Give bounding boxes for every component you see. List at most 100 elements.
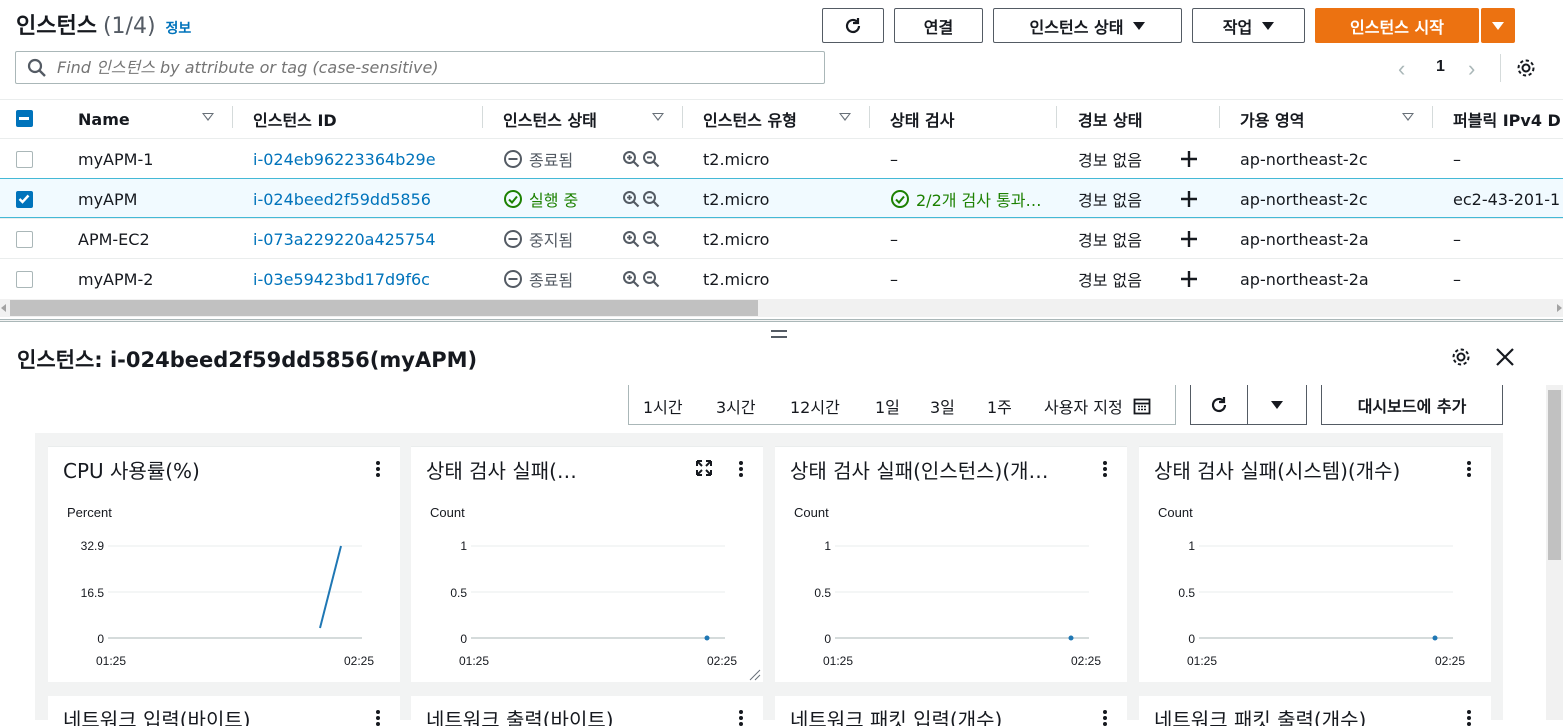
add-alarm-icon[interactable]: [1180, 219, 1198, 259]
zoom-controls: [622, 219, 660, 259]
refresh-dropdown-button[interactable]: [1248, 385, 1307, 425]
row-checkbox[interactable]: [16, 151, 33, 168]
col-header-instance-state[interactable]: 인스턴스 상태: [503, 100, 597, 138]
add-alarm-icon[interactable]: [1180, 259, 1198, 299]
metric-title: CPU 사용률(%): [63, 459, 200, 483]
col-header-alarm-status[interactable]: 경보 상태: [1078, 100, 1142, 138]
zoom-in-icon[interactable]: [622, 150, 640, 168]
add-alarm-icon[interactable]: [1180, 139, 1198, 179]
metric-title: 네트워크 출력(바이트): [426, 708, 614, 726]
status-check-value[interactable]: 2/2개 검사 통과…: [916, 187, 1042, 211]
zoom-out-icon[interactable]: [642, 190, 660, 208]
launch-dropdown-button[interactable]: [1481, 8, 1515, 43]
zoom-out-icon[interactable]: [642, 230, 660, 248]
search-box[interactable]: [15, 51, 825, 84]
zoom-in-icon[interactable]: [622, 190, 640, 208]
row-checkbox[interactable]: [16, 231, 33, 248]
horizontal-scrollbar[interactable]: [0, 299, 1563, 317]
more-options-icon[interactable]: [376, 710, 380, 726]
info-link[interactable]: 정보: [166, 18, 192, 38]
instance-id-link[interactable]: i-024beed2f59dd5856: [253, 179, 431, 219]
table-row[interactable]: myAPM i-024beed2f59dd5856 실행 중 t2.micro 2/2개…: [0, 178, 1563, 218]
expand-icon[interactable]: [695, 459, 713, 477]
col-header-instance-type[interactable]: 인스턴스 유형: [703, 100, 797, 138]
time-range-option[interactable]: 3시간: [716, 386, 756, 426]
scroll-right-icon[interactable]: [1557, 304, 1562, 312]
x-tick-label: 02:25: [1435, 654, 1466, 668]
prev-page-icon[interactable]: ‹: [1398, 56, 1405, 82]
col-header-name[interactable]: Name: [78, 100, 130, 138]
more-options-icon[interactable]: [1467, 461, 1471, 477]
time-range-option[interactable]: 1시간: [643, 386, 683, 426]
custom-range-label: 사용자 지정: [1044, 398, 1123, 417]
vertical-scrollbar[interactable]: [1546, 385, 1563, 720]
add-alarm-icon[interactable]: [1180, 179, 1198, 219]
close-icon[interactable]: [1495, 347, 1515, 367]
metric-card: 상태 검사 실패(인스턴스)(개… Count 1 0.5 0 01:25 02:25: [775, 446, 1127, 682]
y-tick-label: 1: [1188, 539, 1195, 553]
instance-state: 종료됨: [503, 139, 573, 179]
split-divider[interactable]: [0, 319, 1563, 322]
availability-zone: ap-northeast-2c: [1240, 149, 1368, 169]
drag-handle-icon[interactable]: [771, 330, 787, 338]
page-number[interactable]: 1: [1436, 58, 1445, 76]
gear-icon[interactable]: [1515, 57, 1537, 79]
add-to-dashboard-button[interactable]: 대시보드에 추가: [1321, 385, 1503, 425]
status-check: –: [890, 139, 1060, 179]
row-checkbox[interactable]: [16, 191, 33, 208]
more-options-icon[interactable]: [739, 710, 743, 726]
time-range-option[interactable]: 12시간: [790, 386, 840, 426]
time-range-option[interactable]: 1일: [875, 386, 900, 426]
zoom-in-icon[interactable]: [622, 230, 640, 248]
more-options-icon[interactable]: [1467, 710, 1471, 726]
scroll-left-icon[interactable]: [1, 304, 6, 312]
time-range-option[interactable]: 1주: [987, 386, 1012, 426]
more-options-icon[interactable]: [1103, 461, 1107, 477]
zoom-out-icon[interactable]: [642, 270, 660, 288]
sort-icon[interactable]: [202, 113, 214, 121]
refresh-button[interactable]: [822, 8, 884, 43]
custom-range-button[interactable]: 사용자 지정: [1044, 386, 1151, 426]
scrollbar-thumb[interactable]: [1548, 390, 1561, 560]
connect-button[interactable]: 연결: [894, 8, 983, 43]
col-header-instance-id[interactable]: 인스턴스 ID: [253, 100, 337, 138]
select-all-checkbox[interactable]: [16, 110, 33, 127]
instance-type: t2.micro: [703, 269, 770, 289]
table-row[interactable]: myAPM-1 i-024eb96223364b29e 종료됨 t2.micro – 경보…: [0, 138, 1563, 178]
zoom-in-icon[interactable]: [622, 270, 640, 288]
search-input[interactable]: [57, 58, 817, 77]
instance-state-button[interactable]: 인스턴스 상태: [993, 8, 1182, 43]
next-page-icon[interactable]: ›: [1468, 56, 1475, 82]
sort-icon[interactable]: [1402, 113, 1414, 121]
minus-circle-icon: [504, 150, 522, 168]
col-header-availability-zone[interactable]: 가용 영역: [1240, 100, 1304, 138]
time-range-option[interactable]: 3일: [930, 386, 955, 426]
scrollbar-thumb[interactable]: [10, 300, 758, 316]
launch-instances-button[interactable]: 인스턴스 시작: [1315, 8, 1479, 43]
divider: [1056, 106, 1057, 128]
sort-icon[interactable]: [839, 113, 851, 121]
caret-down-icon: [1133, 21, 1146, 30]
zoom-out-icon[interactable]: [642, 150, 660, 168]
table-row[interactable]: APM-EC2 i-073a229220a425754 중지됨 t2.micro – 경보…: [0, 218, 1563, 258]
gear-icon[interactable]: [1450, 346, 1472, 368]
sort-icon[interactable]: [652, 113, 664, 121]
metric-card: 네트워크 패킷 입력(개수): [775, 696, 1127, 726]
row-checkbox[interactable]: [16, 271, 33, 288]
instance-id-link[interactable]: i-03e59423bd17d9f6c: [253, 259, 430, 299]
table-row[interactable]: myAPM-2 i-03e59423bd17d9f6c 종료됨 t2.micro – 경보…: [0, 258, 1563, 298]
divider: [232, 106, 233, 128]
col-header-status-check[interactable]: 상태 검사: [890, 100, 954, 138]
instance-id-link[interactable]: i-024eb96223364b29e: [253, 139, 436, 179]
metric-card: 네트워크 입력(바이트): [48, 696, 400, 726]
resize-handle-icon[interactable]: [749, 669, 761, 681]
more-options-icon[interactable]: [739, 461, 743, 477]
metric-card: CPU 사용률(%) Percent 32.9 16.5 0 01:25 02:25: [48, 446, 400, 682]
launch-label: 인스턴스 시작: [1350, 17, 1444, 37]
instance-id-link[interactable]: i-073a229220a425754: [253, 219, 436, 259]
dashboard-refresh-button[interactable]: [1190, 385, 1248, 425]
col-header-public-ipv4[interactable]: 퍼블릭 IPv4 D: [1453, 100, 1561, 138]
more-options-icon[interactable]: [1103, 710, 1107, 726]
actions-button[interactable]: 작업: [1192, 8, 1305, 43]
more-options-icon[interactable]: [376, 461, 380, 477]
